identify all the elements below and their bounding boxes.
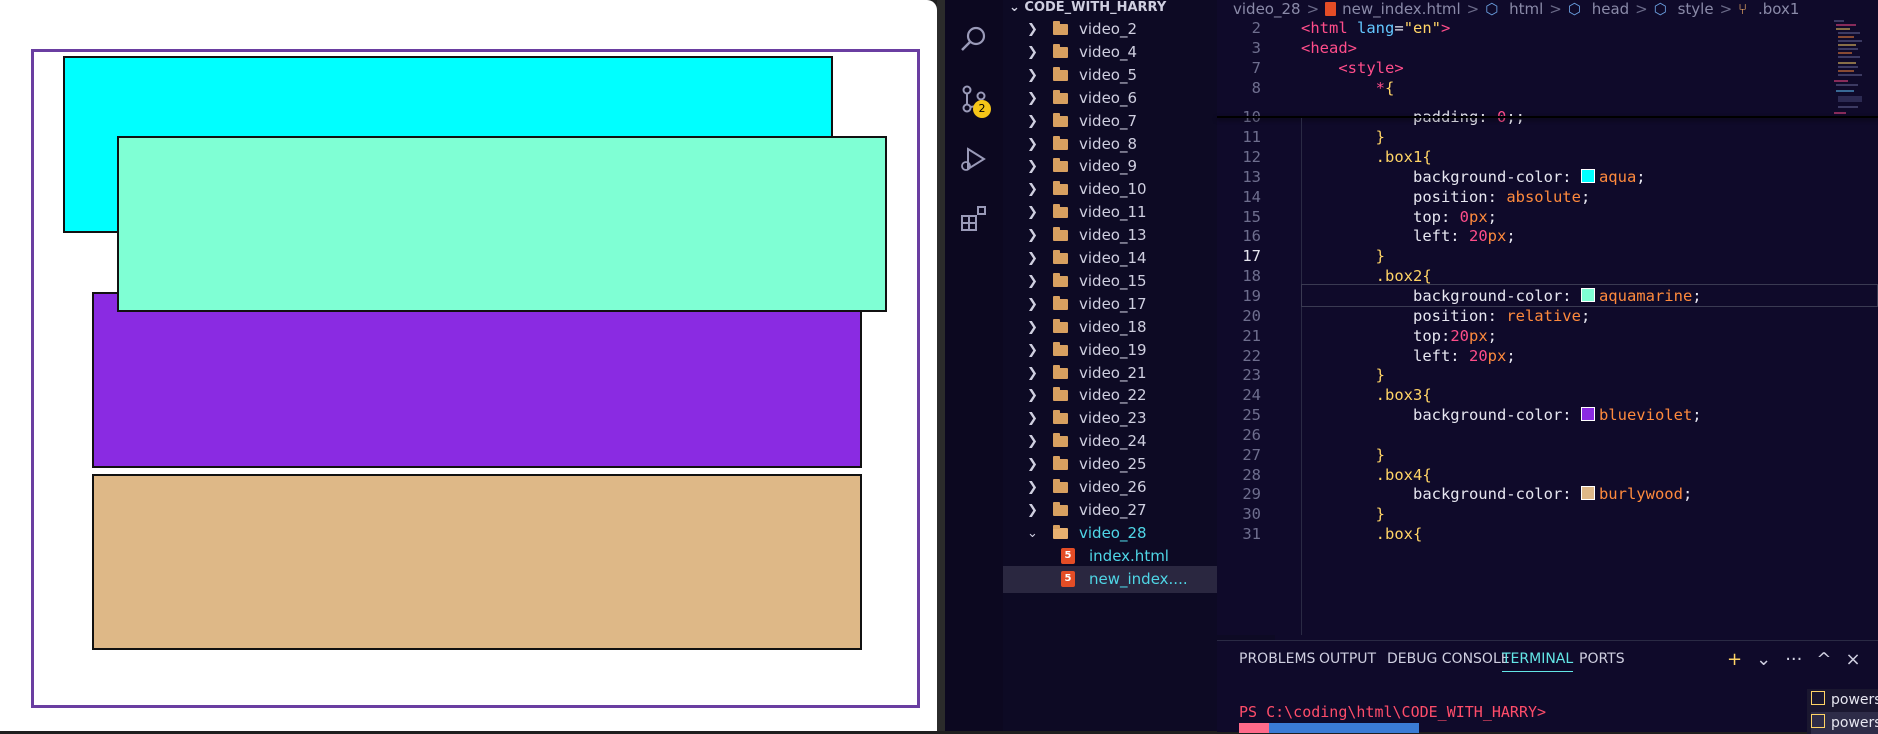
maximize-panel-icon[interactable]: ^ (1816, 649, 1831, 670)
breadcrumb-separator: > (1466, 0, 1480, 18)
bottom-panel: PROBLEMS OUTPUT DEBUG CONSOLE TERMINAL PORTS… (1217, 640, 1878, 734)
run-debug-icon[interactable] (959, 144, 989, 174)
folder-icon (1053, 66, 1068, 81)
vscode-window: 2 ⌄ CODE_WITH_HARRY ❯ video_2 ❯ video_4 ❯ vid… (945, 0, 1878, 734)
breadcrumb-separator: > (1306, 0, 1320, 18)
folder-icon (1053, 318, 1068, 333)
panel-tab-terminal[interactable]: TERMINAL (1502, 651, 1574, 672)
selector-icon: ⑂ (1738, 0, 1752, 18)
breadcrumb-separator: > (1549, 0, 1562, 18)
line-number: 31 (1242, 525, 1261, 544)
symbol-icon: ⬡ (1653, 0, 1672, 18)
indent-guide (1301, 118, 1302, 635)
folder-icon (1053, 89, 1068, 104)
code-text: *{ (1375, 78, 1395, 97)
minimap[interactable] (1832, 18, 1872, 128)
folder-icon (1053, 204, 1068, 219)
html5-icon: 5 (1061, 570, 1075, 587)
symbol-icon: ⬡ (1485, 0, 1504, 18)
folder-icon (1053, 112, 1068, 127)
folder-icon (1053, 433, 1068, 448)
folder-icon (1053, 227, 1068, 242)
folder-icon (1053, 387, 1068, 402)
terminal-icon (1811, 714, 1825, 728)
search-icon[interactable] (959, 24, 989, 54)
line-number: 8 (1251, 78, 1261, 97)
code-line: 8 *{ (1217, 77, 1878, 101)
terminal-icon (1811, 691, 1825, 705)
folder-icon (1053, 43, 1068, 58)
breadcrumb-item[interactable]: new_index.html (1325, 0, 1461, 18)
terminal-instance[interactable]: powershell (1811, 689, 1878, 711)
terminal-list: powershellpowershell (1807, 689, 1878, 734)
breadcrumb: video_28 > new_index.html > ⬡ html > ⬡ head > ⬡ … (1233, 0, 1805, 18)
panel-tab-debug-console[interactable]: DEBUG CONSOLE (1387, 651, 1510, 667)
code-line: 31 .box{ (1217, 523, 1878, 547)
current-line-highlight (1301, 284, 1878, 307)
more-actions-icon[interactable]: ··· (1785, 649, 1802, 670)
activity-bar: 2 (945, 0, 1003, 731)
folder-icon (1053, 479, 1068, 493)
breadcrumb-item[interactable]: ⬡ head (1568, 0, 1629, 18)
source-control-badge: 2 (973, 100, 991, 118)
terminal-selection-marker (1239, 723, 1269, 733)
folder-icon (1053, 250, 1068, 264)
folder-icon (1053, 295, 1068, 310)
file-name: new_index.... (1089, 569, 1188, 588)
breadcrumb-item[interactable]: ⑂ .box1 (1738, 0, 1799, 18)
folder-icon (1053, 456, 1068, 471)
open-folder-icon (1053, 524, 1068, 539)
folder-icon (1053, 501, 1068, 516)
code-text: .box{ (1375, 525, 1423, 544)
workspace-name: CODE_WITH_HARRY (1024, 0, 1167, 15)
folder-icon (1053, 410, 1068, 425)
box4-burlywood (92, 474, 862, 650)
new-terminal-icon[interactable]: + (1727, 649, 1742, 670)
terminal-prompt[interactable]: PS C:\coding\html\CODE_WITH_HARRY> (1239, 703, 1546, 721)
browser-preview (0, 0, 937, 731)
breadcrumb-separator: > (1719, 0, 1733, 18)
close-panel-icon[interactable]: × (1845, 649, 1860, 670)
folder-icon (1053, 158, 1068, 173)
panel-tab-output[interactable]: OUTPUT (1319, 651, 1376, 667)
code-editor[interactable]: video_28 > new_index.html > ⬡ html > ⬡ head > ⬡ … (1217, 0, 1878, 635)
preview-container (31, 49, 920, 708)
breadcrumb-item[interactable]: ⬡ style (1654, 0, 1714, 18)
folder-icon (1053, 135, 1068, 150)
extensions-icon[interactable] (959, 204, 989, 234)
html5-icon: 5 (1061, 547, 1075, 564)
panel-actions: + ⌄ ··· ^ × (1727, 649, 1875, 670)
folder-icon (1053, 272, 1068, 287)
sticky-scroll-separator (1217, 116, 1878, 118)
folder-icon (1053, 341, 1068, 356)
breadcrumb-separator: > (1635, 0, 1648, 18)
panel-tab-problems[interactable]: PROBLEMS (1239, 651, 1315, 667)
breadcrumb-item[interactable]: ⬡ html (1485, 0, 1543, 18)
panel-tab-ports[interactable]: PORTS (1579, 651, 1625, 667)
explorer-title[interactable]: ⌄ CODE_WITH_HARRY (1009, 0, 1166, 16)
folder-icon (1053, 364, 1068, 379)
box3-blueviolet (92, 292, 862, 468)
box2-aquamarine (117, 136, 887, 312)
html5-icon (1325, 2, 1337, 16)
terminal-dropdown-icon[interactable]: ⌄ (1756, 649, 1771, 670)
folder-icon (1053, 21, 1068, 35)
symbol-icon: ⬡ (1567, 0, 1586, 18)
folder-icon (1053, 181, 1068, 196)
breadcrumb-item[interactable]: video_28 (1233, 0, 1301, 18)
